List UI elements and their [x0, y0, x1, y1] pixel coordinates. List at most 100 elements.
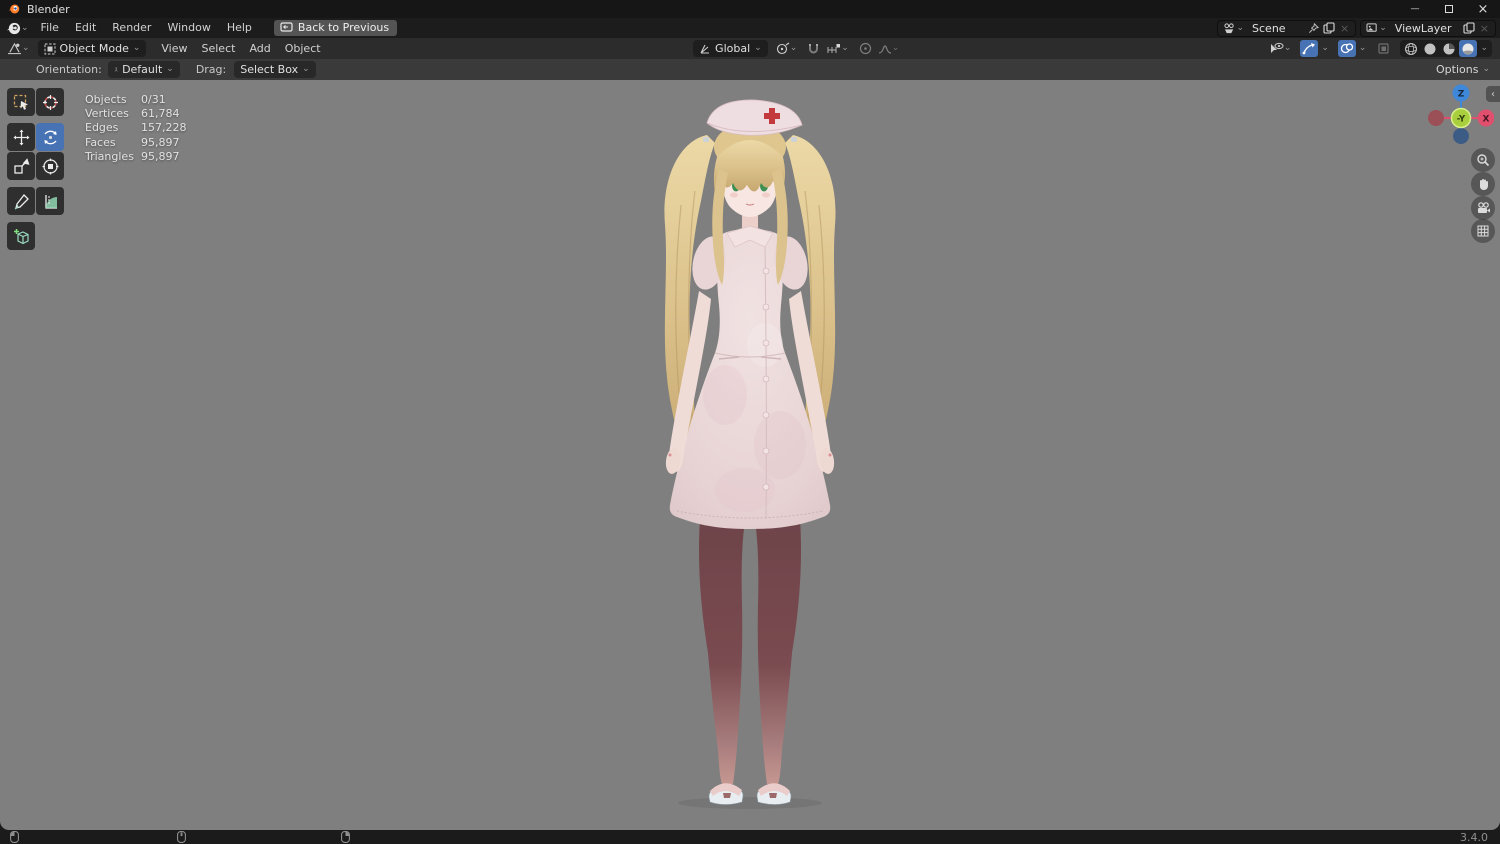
titlebar: Blender — ×: [0, 0, 1500, 18]
drag-value: Select Box: [240, 63, 299, 76]
tool-annotate[interactable]: [7, 187, 35, 215]
menu-add[interactable]: Add: [242, 42, 277, 55]
unlink-scene-button-disabled: ×: [1340, 21, 1350, 35]
select-box-icon: [13, 94, 28, 110]
back-to-previous-button[interactable]: Back to Previous: [273, 20, 398, 36]
navigation-gizmo[interactable]: Z X -Y: [1428, 83, 1494, 145]
gizmo-z-label: Z: [1458, 90, 1465, 100]
wireframe-sphere-icon: [1405, 42, 1418, 55]
tool-add-cube[interactable]: [7, 222, 35, 250]
ortho-perspective-toggle[interactable]: [1471, 219, 1495, 243]
menu-select[interactable]: Select: [195, 42, 243, 55]
new-scene-button[interactable]: [1321, 20, 1337, 37]
3d-cursor-icon: [42, 94, 58, 110]
camera-view-button[interactable]: [1471, 196, 1495, 220]
shading-dropdown[interactable]: ⌄: [1478, 40, 1490, 57]
object-visibility-dropdown[interactable]: ⌄: [1267, 40, 1294, 57]
tool-move[interactable]: [7, 123, 35, 151]
transform-orientation-dropdown[interactable]: Global ⌄: [693, 40, 768, 57]
shading-rendered-button[interactable]: [1459, 40, 1478, 57]
snap-toggle-disabled[interactable]: [805, 40, 822, 57]
new-viewlayer-button[interactable]: [1461, 20, 1477, 37]
material-sphere-icon: [1443, 43, 1455, 54]
chevron-down-icon: ⌄: [841, 43, 849, 53]
proportional-editing-toggle-disabled[interactable]: [857, 40, 874, 57]
tool-select-box[interactable]: [7, 88, 35, 116]
duplicate-icon: [1323, 22, 1335, 34]
pan-view-button[interactable]: [1471, 172, 1495, 196]
options-dropdown[interactable]: Options ⌄: [1436, 63, 1490, 76]
tool-settings-bar: Orientation: Default ⌄ Drag: Select Box …: [0, 59, 1500, 80]
object-mode-icon: [44, 43, 56, 54]
orientation-icon: [114, 67, 118, 72]
gizmo-arrow-icon: [1302, 43, 1316, 55]
tool-rotate[interactable]: [36, 123, 64, 151]
gizmo-dropdown[interactable]: ⌄: [1319, 40, 1331, 57]
zoom-view-button[interactable]: [1471, 148, 1495, 172]
tool-transform[interactable]: [36, 152, 64, 180]
snap-increment-icon: [827, 43, 841, 53]
chevron-down-icon: ⌄: [1283, 43, 1292, 53]
menu-window[interactable]: Window: [159, 18, 218, 38]
menu-edit[interactable]: Edit: [67, 18, 104, 38]
pin-icon: [1309, 22, 1320, 33]
orientation-default-dropdown[interactable]: Default ⌄: [107, 61, 180, 78]
pivot-point-dropdown[interactable]: ⌄: [774, 40, 800, 57]
maximize-button[interactable]: [1432, 0, 1466, 18]
blender-logo-icon: [6, 22, 21, 34]
transform-icon: [42, 158, 58, 174]
back-to-previous-label: Back to Previous: [297, 21, 390, 34]
chevron-down-icon: ⌄: [302, 64, 310, 74]
minimize-button[interactable]: —: [1398, 0, 1432, 18]
snap-target-dropdown[interactable]: ⌄: [824, 40, 851, 57]
pivot-icon: [776, 42, 789, 55]
blender-version: 3.4.0: [1460, 830, 1488, 844]
shading-solid-button[interactable]: [1421, 40, 1439, 57]
overlays-dropdown[interactable]: ⌄: [1357, 40, 1369, 57]
scene-browse-button[interactable]: ⌄: [1221, 20, 1246, 37]
blender-menu-button[interactable]: ⌄: [0, 21, 33, 36]
chevron-down-icon: ⌄: [1480, 43, 1488, 53]
drag-dropdown[interactable]: Select Box ⌄: [234, 61, 316, 78]
menu-view[interactable]: View: [154, 42, 194, 55]
tool-scale[interactable]: [7, 152, 35, 180]
show-gizmo-toggle[interactable]: [1300, 40, 1319, 57]
show-overlays-toggle[interactable]: [1337, 40, 1356, 57]
stats-overlay: Objects 0/31 Vertices 61,784 Edges 157,228 …: [85, 93, 187, 164]
topbar: ⌄ File Edit Render Window Help Back to P…: [0, 18, 1500, 38]
character-model-nurse[interactable]: [615, 95, 885, 813]
menu-file[interactable]: File: [33, 18, 67, 38]
pin-button[interactable]: [1306, 20, 1321, 37]
menu-object[interactable]: Object: [278, 42, 328, 55]
chevron-down-icon: ⌄: [22, 43, 30, 53]
sidebar-collapse-tab[interactable]: ‹: [1486, 86, 1500, 102]
overlays-icon: [1340, 43, 1354, 54]
chevron-down-icon: ⌄: [789, 43, 798, 53]
proportional-circle-icon: [859, 42, 871, 55]
viewport-canvas[interactable]: Objects 0/31 Vertices 61,784 Edges 157,228 …: [0, 80, 1500, 830]
solid-sphere-icon: [1424, 43, 1436, 54]
mode-dropdown[interactable]: Object Mode ⌄: [37, 40, 147, 57]
statusbar: 3.4.0: [0, 830, 1500, 844]
proportional-falloff-dropdown-disabled[interactable]: ⌄: [876, 40, 902, 57]
tool-measure[interactable]: [36, 187, 64, 215]
viewlayer-browse-button[interactable]: ⌄: [1364, 20, 1389, 37]
xray-toggle-disabled[interactable]: [1375, 40, 1393, 57]
falloff-curve-icon: [878, 44, 891, 54]
viewlayer-name[interactable]: ViewLayer: [1389, 22, 1461, 35]
gizmo-neg-z-ball: [1453, 128, 1469, 144]
menu-help[interactable]: Help: [219, 18, 260, 38]
scene-icon: [1224, 22, 1235, 33]
tool-cursor[interactable]: [36, 88, 64, 116]
close-button[interactable]: ×: [1466, 0, 1500, 18]
chevron-down-icon: ⌄: [132, 43, 141, 53]
shading-material-button[interactable]: [1440, 40, 1458, 57]
visibility-filter-icon: [1270, 42, 1284, 53]
window-controls: — ×: [1398, 0, 1500, 18]
chevron-down-icon: ⌄: [166, 64, 174, 74]
menu-render[interactable]: Render: [104, 18, 159, 38]
stat-vertices: Vertices 61,784: [85, 107, 180, 121]
shading-wireframe-button[interactable]: [1402, 40, 1420, 57]
editor-type-button[interactable]: ⌄: [5, 40, 32, 57]
scene-name[interactable]: Scene: [1246, 22, 1306, 35]
